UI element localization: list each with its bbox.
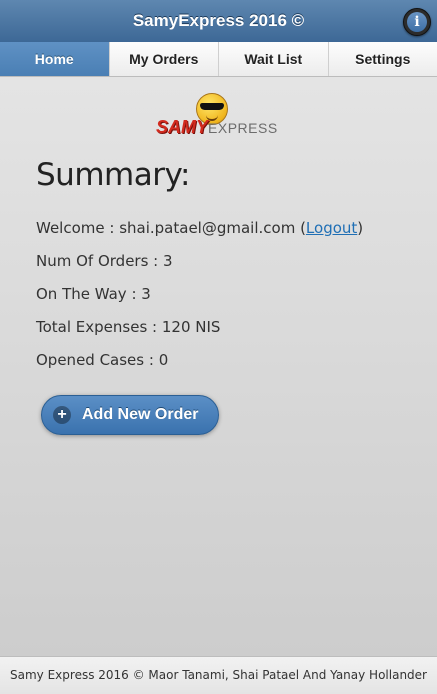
opened-cases: Opened Cases : 0 [36, 351, 168, 369]
summary-title: Summary: [36, 157, 190, 193]
welcome-line: Welcome : shai.patael@gmail.com (Logout) [36, 219, 363, 237]
tab-home[interactable]: Home [0, 42, 109, 76]
app-header: SamyExpress 2016 © i [0, 0, 437, 43]
tab-wait-list[interactable]: Wait List [218, 42, 328, 76]
info-button[interactable]: i [403, 8, 431, 36]
footer: Samy Express 2016 © Maor Tanami, Shai Pa… [0, 656, 437, 694]
total-expenses: Total Expenses : 120 NIS [36, 318, 220, 336]
welcome-suffix: ) [357, 219, 363, 237]
add-new-order-label: Add New Order [82, 396, 198, 434]
welcome-text: Welcome : shai.patael@gmail.com ( [36, 219, 306, 237]
footer-text: Samy Express 2016 © Maor Tanami, Shai Pa… [10, 668, 427, 682]
tab-my-orders[interactable]: My Orders [109, 42, 219, 76]
info-icon: i [407, 12, 427, 32]
logo-samy: SAMY [156, 117, 208, 137]
samy-express-logo: SAMYEXPRESS [156, 91, 282, 137]
logo-express: EXPRESS [208, 120, 278, 136]
on-the-way: On The Way : 3 [36, 285, 151, 303]
logo-text: SAMYEXPRESS [156, 117, 278, 138]
logout-link[interactable]: Logout [306, 219, 357, 237]
num-orders: Num Of Orders : 3 [36, 252, 173, 270]
main-content: SAMYEXPRESS Summary: Welcome : shai.pata… [0, 77, 437, 656]
navbar: Home My Orders Wait List Settings [0, 42, 437, 77]
add-new-order-button[interactable]: + Add New Order [41, 395, 219, 435]
tab-settings[interactable]: Settings [328, 42, 437, 76]
app-title: SamyExpress 2016 © [0, 0, 437, 42]
plus-icon: + [53, 406, 71, 424]
